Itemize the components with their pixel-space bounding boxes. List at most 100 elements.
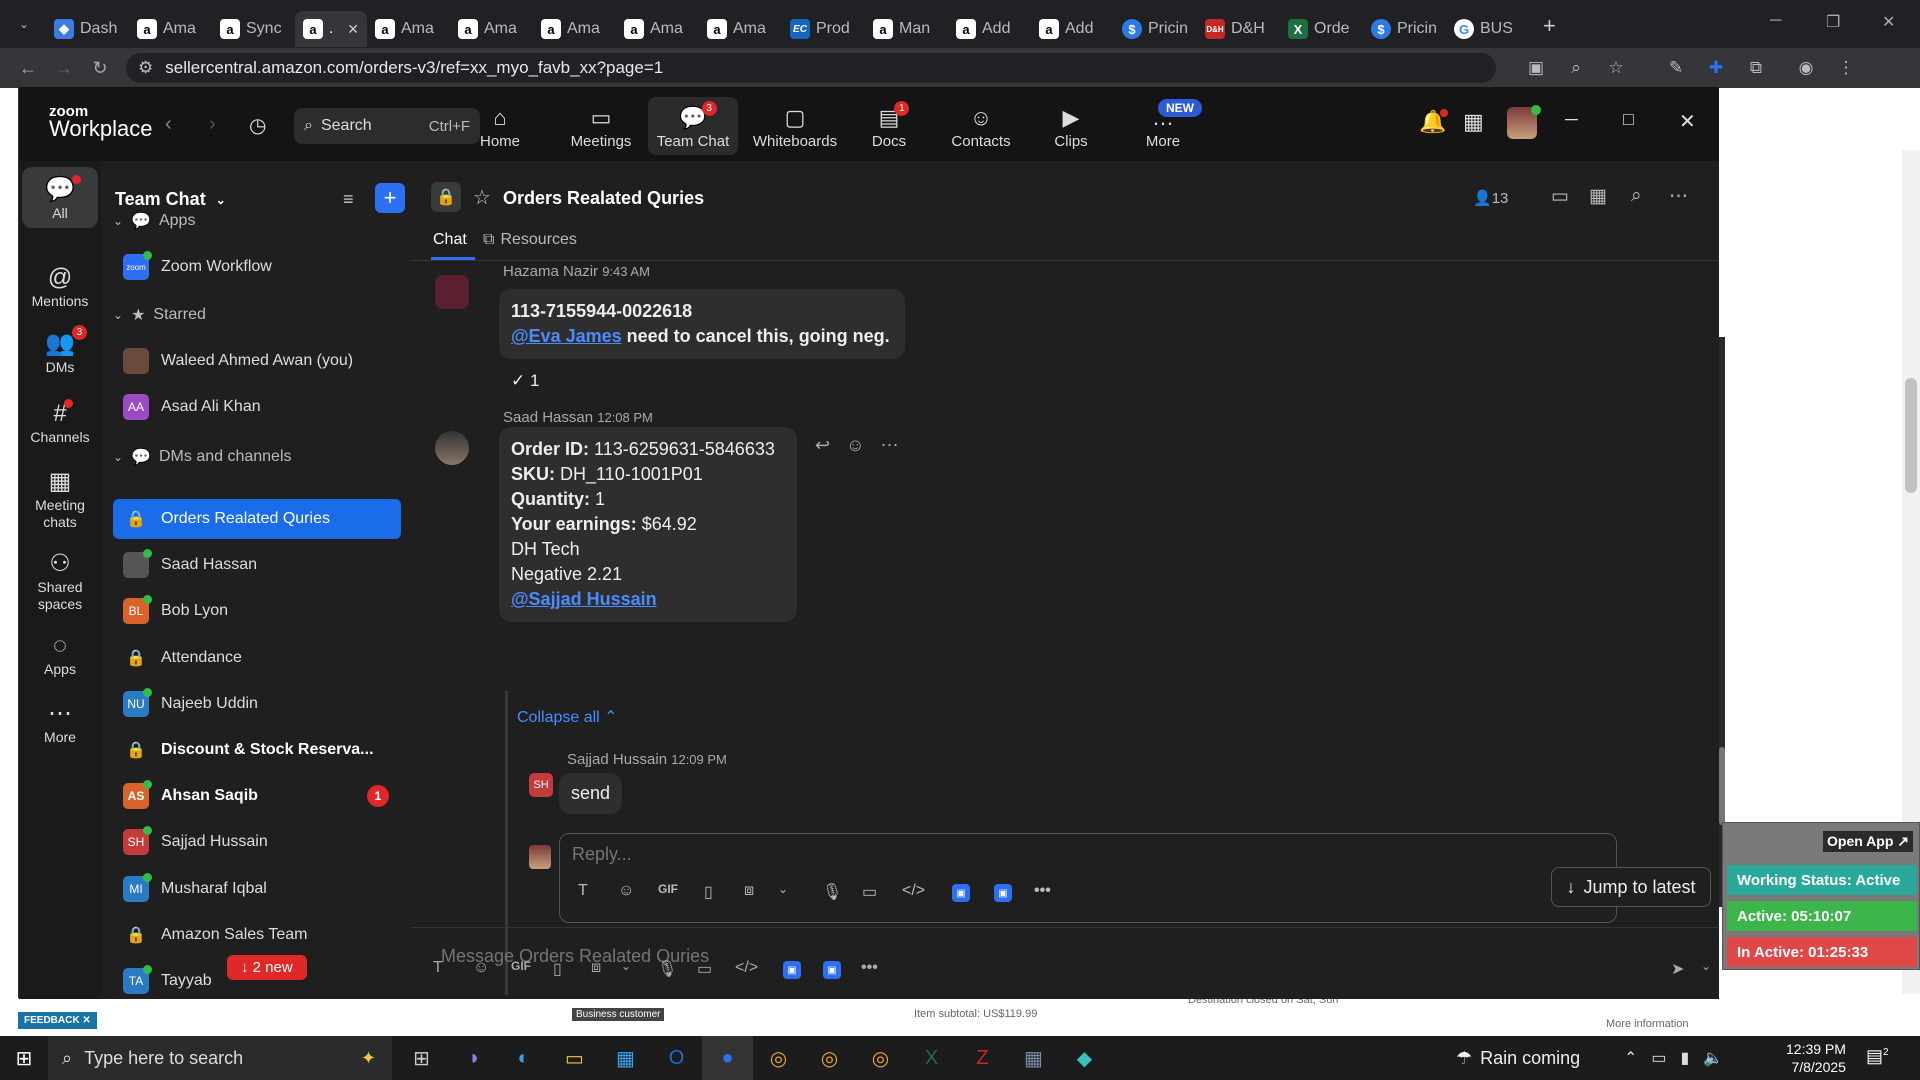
tab-chat[interactable]: Chat <box>433 231 467 249</box>
app-integration-icon[interactable]: ▣ <box>952 884 970 902</box>
format-text-icon[interactable]: T <box>433 959 443 977</box>
excel-icon[interactable]: X <box>906 1036 957 1080</box>
zoom-close-icon[interactable]: ✕ <box>1679 109 1696 134</box>
send-options-chevron-icon[interactable]: ⌄ <box>1701 959 1711 973</box>
browser-menu-icon[interactable]: ⋮ <box>1826 58 1866 78</box>
browser-tab[interactable]: a Ama <box>367 11 450 47</box>
reply-more-icon[interactable]: ••• <box>1034 882 1051 900</box>
history-clock-icon[interactable]: ◷ <box>249 113 266 138</box>
add-reaction-icon[interactable]: ☺ <box>846 435 864 456</box>
jump-to-latest-button[interactable]: ↓ Jump to latest <box>1551 867 1711 907</box>
nav-docs[interactable]: ▤ 1 Docs <box>844 97 934 155</box>
new-messages-pill[interactable]: ↓ 2 new <box>227 955 307 980</box>
author-avatar[interactable] <box>435 275 469 309</box>
site-info-icon[interactable]: ⚙ <box>138 58 153 78</box>
sidebar-item[interactable]: AS Ahsan Saqib 1 <box>113 776 401 816</box>
url-field[interactable]: ⚙ sellercentral.amazon.com/orders-v3/ref… <box>126 53 1496 83</box>
rail-mentions[interactable]: @ Mentions <box>22 261 98 310</box>
windows-start-icon[interactable]: ⊞ <box>0 1046 48 1071</box>
browser-tab[interactable]: a Sync <box>212 11 295 47</box>
chrome-icon-3[interactable]: ◎ <box>855 1036 906 1080</box>
browser-tab[interactable]: X Orde <box>1280 11 1363 47</box>
copilot-icon[interactable]: ◑ <box>447 1036 498 1080</box>
nav-more[interactable]: … NEW More <box>1118 97 1208 155</box>
open-app-button[interactable]: Open App ↗ <box>1823 831 1913 852</box>
message-more-icon[interactable]: ⋯ <box>880 435 898 456</box>
channel-search-icon[interactable]: ⌕ <box>1631 185 1642 207</box>
restore-window-icon[interactable]: ❐ <box>1826 12 1840 32</box>
nav-whiteboards[interactable]: ▢ Whiteboards <box>750 97 840 155</box>
browser-tab[interactable]: a Ama <box>450 11 533 47</box>
format-text-icon[interactable]: T <box>578 882 588 900</box>
sidebar-item[interactable]: 🔒 Orders Realated Quries <box>113 499 401 539</box>
more-information-link[interactable]: More information <box>1606 1018 1689 1030</box>
rail-all[interactable]: 💬 All <box>22 167 98 228</box>
microphone-icon[interactable]: 🎙 <box>822 882 842 902</box>
notification-center-icon[interactable]: ▤2 <box>1866 1046 1889 1067</box>
rail-meeting-chats[interactable]: ▦ Meeting chats <box>22 465 98 531</box>
browser-tab[interactable]: a Ama <box>533 11 616 47</box>
chat-app-icon[interactable]: ▣ <box>823 961 841 979</box>
zoom-magnifier-icon[interactable]: ⌕ <box>1556 58 1596 78</box>
sidebar-item[interactable]: BL Bob Lyon <box>113 591 401 631</box>
app-icon[interactable]: ◆ <box>1059 1036 1110 1080</box>
notifications-bell-icon[interactable]: 🔔 <box>1419 109 1449 135</box>
rail-dms[interactable]: 👥 3 DMs <box>22 325 98 376</box>
file-icon[interactable]: ▯ <box>553 959 562 979</box>
sidebar-item[interactable]: SH Sajjad Hussain <box>113 822 401 862</box>
browser-tab[interactable]: G BUS <box>1446 11 1529 47</box>
bookmark-star-icon[interactable]: ☆ <box>1596 58 1636 78</box>
back-arrow-icon[interactable]: ← <box>10 58 46 79</box>
system-tray[interactable]: ⌃▭▮🔈 <box>1624 1048 1737 1068</box>
store-icon[interactable]: ▦ <box>600 1036 651 1080</box>
network-icon[interactable]: ▭ <box>1651 1050 1680 1067</box>
screenshot-icon[interactable]: ⧈ <box>744 882 754 900</box>
reload-icon[interactable]: ↻ <box>82 58 118 79</box>
browser-tab[interactable]: EC Prod <box>782 11 865 47</box>
sidebar-item[interactable]: NU Najeeb Uddin <box>113 684 401 724</box>
extensions-puzzle-icon[interactable]: ⧉ <box>1736 58 1776 78</box>
volume-icon[interactable]: 🔈 <box>1703 1050 1737 1067</box>
author-avatar[interactable]: SH <box>529 773 553 797</box>
translate-icon[interactable]: ▣ <box>1516 58 1556 78</box>
task-view-icon[interactable]: ⊞ <box>396 1036 447 1080</box>
message-input[interactable] <box>441 946 1341 967</box>
zoom-forward-chevron-icon[interactable]: › <box>209 113 216 136</box>
chrome-icon[interactable]: ◎ <box>753 1036 804 1080</box>
author-avatar[interactable] <box>435 431 469 465</box>
chat-scrollbar-thumb[interactable] <box>1719 747 1725 825</box>
taskbar-clock[interactable]: 12:39 PM 7/8/2025 <box>1786 1040 1846 1076</box>
channel-more-icon[interactable]: ⋯ <box>1669 185 1688 208</box>
nav-home[interactable]: ⌂ Home <box>455 97 545 155</box>
nav-contacts[interactable]: ☺ Contacts <box>936 97 1026 155</box>
video-message-icon[interactable]: ▭ <box>697 959 712 979</box>
sidebar-item[interactable]: 🔒 Discount & Stock Reserva... <box>113 730 401 770</box>
members-count-button[interactable]: 👤13 <box>1473 189 1508 207</box>
section-apps[interactable]: ⌄ 💬 Apps <box>113 201 401 241</box>
tab-resources[interactable]: ⧉ Resources <box>483 231 577 249</box>
edge-icon[interactable]: ◐ <box>498 1036 549 1080</box>
section-dms-channels[interactable]: ⌄ 💬 DMs and channels <box>113 437 401 477</box>
zoom-back-chevron-icon[interactable]: ‹ <box>165 113 172 136</box>
forward-arrow-icon[interactable]: → <box>46 58 82 79</box>
rail-more[interactable]: ⋯ More <box>22 697 98 746</box>
reply-input[interactable] <box>572 844 1372 865</box>
nav-meetings[interactable]: ▭ Meetings <box>556 97 646 155</box>
chevron-up-icon[interactable]: ⌃ <box>1624 1050 1651 1067</box>
sidebar-item[interactable]: Saad Hassan <box>113 545 401 585</box>
feedback-button[interactable]: FEEDBACK ✕ <box>18 1012 97 1029</box>
weather-widget[interactable]: ☂ Rain coming <box>1456 1036 1580 1080</box>
chat-app-icon[interactable]: ▣ <box>994 884 1012 902</box>
collapse-all-link[interactable]: Collapse all ⌃ <box>517 707 618 727</box>
chevron-down-icon[interactable]: ⌄ <box>778 882 788 896</box>
battery-icon[interactable]: ▮ <box>1681 1050 1704 1067</box>
author-name[interactable]: Hazama Nazir <box>503 263 598 280</box>
reaction-chip[interactable]: ✓ 1 <box>511 371 539 391</box>
rail-shared-spaces[interactable]: ⚇ Shared spaces <box>22 547 98 613</box>
browser-tab[interactable]: a Man <box>865 11 948 47</box>
chevron-down-icon[interactable]: ⌄ <box>621 959 631 973</box>
mention-link[interactable]: @Eva James <box>511 326 622 346</box>
extension-pen-icon[interactable]: ✎ <box>1656 58 1696 78</box>
browser-tab[interactable]: a. ✕ <box>295 11 367 47</box>
code-snippet-icon[interactable]: </> <box>735 959 758 977</box>
